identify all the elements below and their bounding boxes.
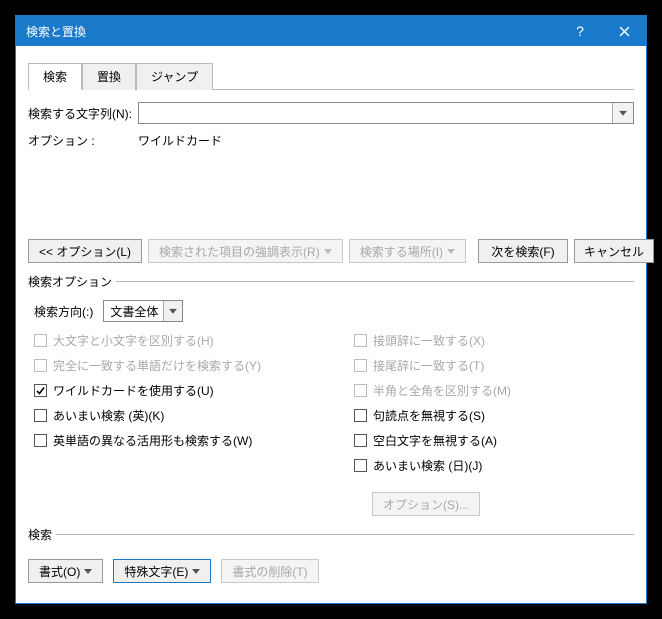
checkbox-half-full: 半角と全角を区別する(M): [354, 382, 634, 399]
find-in-button[interactable]: 検索する場所(I): [349, 239, 466, 263]
chevron-down-icon: [619, 111, 627, 116]
find-input[interactable]: [138, 102, 634, 124]
format-button[interactable]: 書式(O): [28, 559, 103, 583]
checkbox-word-forms[interactable]: 英単語の異なる活用形も検索する(W): [34, 432, 314, 449]
find-replace-dialog: 検索と置換 ? 検索 置換 ジャンプ 検索する文字列(N): オプション : ワ…: [15, 15, 647, 604]
chevron-down-icon: [192, 569, 200, 574]
search-options-legend: 検索オプション: [28, 273, 116, 290]
titlebar: 検索と置換 ?: [16, 16, 646, 46]
reading-highlight-button[interactable]: 検索された項目の強調表示(R): [148, 239, 343, 263]
checkbox-suffix: 接尾辞に一致する(T): [354, 357, 634, 374]
chevron-down-icon: [84, 569, 92, 574]
help-button[interactable]: ?: [558, 16, 602, 46]
find-group: 検索 書式(O) 特殊文字(E) 書式の削除(T): [28, 526, 634, 585]
checkbox-ignore-whitespace[interactable]: 空白文字を無視する(A): [354, 432, 634, 449]
special-button[interactable]: 特殊文字(E): [113, 559, 211, 583]
fuzzy-options-button: オプション(S)...: [372, 492, 480, 516]
checkbox-ignore-punct[interactable]: 句読点を無視する(S): [354, 407, 634, 424]
tab-bar: 検索 置換 ジャンプ: [28, 62, 634, 90]
checkbox-match-case: 大文字と小文字を区別する(H): [34, 332, 314, 349]
checkbox-sounds-like-jp[interactable]: あいまい検索 (日)(J): [354, 457, 634, 474]
chevron-down-icon: [324, 249, 332, 254]
search-options-group: 検索オプション 検索方向(:) 文書全体 大文字と小文字を区別する(H) 完: [28, 273, 634, 516]
checkbox-wildcards[interactable]: ワイルドカードを使用する(U): [34, 382, 314, 399]
tab-jump[interactable]: ジャンプ: [136, 63, 213, 90]
checkbox-whole-word: 完全に一致する単語だけを検索する(Y): [34, 357, 314, 374]
direction-label: 検索方向(:): [34, 303, 93, 320]
no-formatting-button: 書式の削除(T): [221, 559, 318, 583]
chevron-down-icon: [169, 309, 177, 314]
direction-select[interactable]: 文書全体: [103, 300, 183, 322]
checkbox-prefix: 接頭辞に一致する(X): [354, 332, 634, 349]
close-button[interactable]: [602, 16, 646, 46]
find-next-button[interactable]: 次を検索(F): [478, 239, 568, 263]
options-label: オプション :: [28, 132, 138, 149]
find-label: 検索する文字列(N):: [28, 105, 138, 122]
tab-replace[interactable]: 置換: [82, 63, 136, 90]
find-group-legend: 検索: [28, 526, 56, 543]
dialog-title: 検索と置換: [26, 23, 558, 40]
tab-find[interactable]: 検索: [28, 63, 82, 90]
cancel-button[interactable]: キャンセル: [574, 239, 654, 263]
less-options-button[interactable]: << オプション(L): [28, 239, 142, 263]
chevron-down-icon: [447, 249, 455, 254]
checkbox-sounds-like-en[interactable]: あいまい検索 (英)(K): [34, 407, 314, 424]
options-value: ワイルドカード: [138, 132, 222, 149]
